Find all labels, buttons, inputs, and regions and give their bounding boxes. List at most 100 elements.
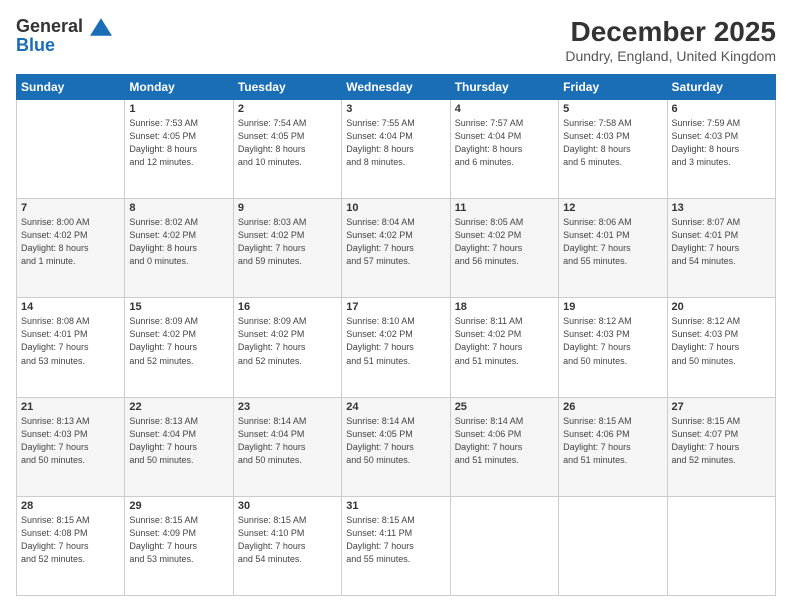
week-row-4: 21 Sunrise: 8:13 AM Sunset: 4:03 PM Dayli…	[17, 397, 776, 496]
calendar-cell: 6Sunrise: 7:59 AM Sunset: 4:03 PM Daylig…	[667, 100, 775, 199]
calendar-cell: 30Sunrise: 8:15 AM Sunset: 4:10 PM Dayli…	[233, 496, 341, 595]
day-number: 24	[346, 401, 445, 413]
day-info: Sunrise: 7:58 AM Sunset: 4:03 PM Dayligh…	[563, 117, 662, 169]
day-info: Sunrise: 8:08 AM Sunset: 4:01 PM Dayligh…	[21, 315, 120, 367]
day-info: Sunrise: 8:15 AM Sunset: 4:07 PM Dayligh…	[672, 415, 771, 467]
day-info: Sunrise: 8:14 AM Sunset: 4:04 PM Dayligh…	[238, 415, 337, 467]
day-info: Sunrise: 8:05 AM Sunset: 4:02 PM Dayligh…	[455, 216, 554, 268]
day-number: 23	[238, 401, 337, 413]
day-info: Sunrise: 8:13 AM Sunset: 4:03 PM Dayligh…	[21, 415, 120, 467]
calendar-cell: 10 Sunrise: 8:04 AM Sunset: 4:02 PM Dayli…	[342, 199, 450, 298]
day-info: Sunrise: 8:06 AM Sunset: 4:01 PM Dayligh…	[563, 216, 662, 268]
header: General Blue December 2025 Dundry, Engla…	[16, 16, 776, 64]
logo-icon	[90, 17, 112, 37]
calendar-cell: 5Sunrise: 7:58 AM Sunset: 4:03 PM Daylig…	[559, 100, 667, 199]
logo-general: General	[16, 16, 83, 36]
day-header-thursday: Thursday	[450, 75, 558, 100]
day-number: 29	[129, 500, 228, 512]
day-info: Sunrise: 7:53 AM Sunset: 4:05 PM Dayligh…	[129, 117, 228, 169]
day-number: 6	[672, 103, 771, 115]
calendar-cell	[450, 496, 558, 595]
day-number: 14	[21, 301, 120, 313]
calendar-cell: 14 Sunrise: 8:08 AM Sunset: 4:01 PM Dayli…	[17, 298, 125, 397]
calendar-cell: 1 Sunrise: 7:53 AM Sunset: 4:05 PM Daylig…	[125, 100, 233, 199]
day-info: Sunrise: 8:10 AM Sunset: 4:02 PM Dayligh…	[346, 315, 445, 367]
calendar-cell: 21 Sunrise: 8:13 AM Sunset: 4:03 PM Dayli…	[17, 397, 125, 496]
day-header-saturday: Saturday	[667, 75, 775, 100]
calendar-cell: 4Sunrise: 7:57 AM Sunset: 4:04 PM Daylig…	[450, 100, 558, 199]
day-number: 20	[672, 301, 771, 313]
day-number: 4	[455, 103, 554, 115]
day-info: Sunrise: 8:04 AM Sunset: 4:02 PM Dayligh…	[346, 216, 445, 268]
calendar-cell: 23 Sunrise: 8:14 AM Sunset: 4:04 PM Dayli…	[233, 397, 341, 496]
day-number: 27	[672, 401, 771, 413]
day-number: 8	[129, 202, 228, 214]
calendar-body: 1 Sunrise: 7:53 AM Sunset: 4:05 PM Daylig…	[17, 100, 776, 596]
day-header-wednesday: Wednesday	[342, 75, 450, 100]
day-number: 2	[238, 103, 337, 115]
calendar-cell: 8 Sunrise: 8:02 AM Sunset: 4:02 PM Daylig…	[125, 199, 233, 298]
day-number: 13	[672, 202, 771, 214]
day-info: Sunrise: 8:02 AM Sunset: 4:02 PM Dayligh…	[129, 216, 228, 268]
calendar-cell	[667, 496, 775, 595]
calendar-cell: 31Sunrise: 8:15 AM Sunset: 4:11 PM Dayli…	[342, 496, 450, 595]
day-number: 3	[346, 103, 445, 115]
day-number: 15	[129, 301, 228, 313]
calendar-cell: 18Sunrise: 8:11 AM Sunset: 4:02 PM Dayli…	[450, 298, 558, 397]
day-info: Sunrise: 8:15 AM Sunset: 4:06 PM Dayligh…	[563, 415, 662, 467]
day-info: Sunrise: 7:55 AM Sunset: 4:04 PM Dayligh…	[346, 117, 445, 169]
day-number: 30	[238, 500, 337, 512]
day-number: 10	[346, 202, 445, 214]
day-number: 12	[563, 202, 662, 214]
day-number: 28	[21, 500, 120, 512]
day-number: 16	[238, 301, 337, 313]
day-info: Sunrise: 8:11 AM Sunset: 4:02 PM Dayligh…	[455, 315, 554, 367]
day-number: 19	[563, 301, 662, 313]
calendar-cell: 13Sunrise: 8:07 AM Sunset: 4:01 PM Dayli…	[667, 199, 775, 298]
title-block: December 2025 Dundry, England, United Ki…	[565, 16, 776, 64]
calendar-cell: 22 Sunrise: 8:13 AM Sunset: 4:04 PM Dayli…	[125, 397, 233, 496]
day-info: Sunrise: 8:14 AM Sunset: 4:05 PM Dayligh…	[346, 415, 445, 467]
calendar-cell: 27 Sunrise: 8:15 AM Sunset: 4:07 PM Dayli…	[667, 397, 775, 496]
day-info: Sunrise: 8:14 AM Sunset: 4:06 PM Dayligh…	[455, 415, 554, 467]
day-info: Sunrise: 8:15 AM Sunset: 4:09 PM Dayligh…	[129, 514, 228, 566]
day-info: Sunrise: 8:03 AM Sunset: 4:02 PM Dayligh…	[238, 216, 337, 268]
day-number: 17	[346, 301, 445, 313]
day-info: Sunrise: 8:00 AM Sunset: 4:02 PM Dayligh…	[21, 216, 120, 268]
day-number: 22	[129, 401, 228, 413]
day-header-sunday: Sunday	[17, 75, 125, 100]
calendar-cell	[559, 496, 667, 595]
day-number: 11	[455, 202, 554, 214]
day-number: 21	[21, 401, 120, 413]
calendar-cell: 19Sunrise: 8:12 AM Sunset: 4:03 PM Dayli…	[559, 298, 667, 397]
day-info: Sunrise: 8:09 AM Sunset: 4:02 PM Dayligh…	[129, 315, 228, 367]
day-info: Sunrise: 7:54 AM Sunset: 4:05 PM Dayligh…	[238, 117, 337, 169]
calendar-cell: 9Sunrise: 8:03 AM Sunset: 4:02 PM Daylig…	[233, 199, 341, 298]
day-number: 1	[129, 103, 228, 115]
calendar-cell	[17, 100, 125, 199]
logo-blue: Blue	[16, 35, 112, 56]
calendar-cell: 29 Sunrise: 8:15 AM Sunset: 4:09 PM Dayli…	[125, 496, 233, 595]
day-number: 26	[563, 401, 662, 413]
calendar-cell: 28Sunrise: 8:15 AM Sunset: 4:08 PM Dayli…	[17, 496, 125, 595]
location: Dundry, England, United Kingdom	[565, 48, 776, 64]
day-info: Sunrise: 8:09 AM Sunset: 4:02 PM Dayligh…	[238, 315, 337, 367]
day-header-tuesday: Tuesday	[233, 75, 341, 100]
day-info: Sunrise: 8:12 AM Sunset: 4:03 PM Dayligh…	[672, 315, 771, 367]
calendar-cell: 2 Sunrise: 7:54 AM Sunset: 4:05 PM Daylig…	[233, 100, 341, 199]
calendar-cell: 20 Sunrise: 8:12 AM Sunset: 4:03 PM Dayli…	[667, 298, 775, 397]
day-number: 31	[346, 500, 445, 512]
month-title: December 2025	[565, 16, 776, 48]
calendar-cell: 11 Sunrise: 8:05 AM Sunset: 4:02 PM Dayli…	[450, 199, 558, 298]
calendar-cell: 3 Sunrise: 7:55 AM Sunset: 4:04 PM Daylig…	[342, 100, 450, 199]
week-row-5: 28Sunrise: 8:15 AM Sunset: 4:08 PM Dayli…	[17, 496, 776, 595]
calendar-cell: 26 Sunrise: 8:15 AM Sunset: 4:06 PM Dayli…	[559, 397, 667, 496]
week-row-1: 1 Sunrise: 7:53 AM Sunset: 4:05 PM Daylig…	[17, 100, 776, 199]
logo: General Blue	[16, 16, 112, 56]
week-row-2: 7Sunrise: 8:00 AM Sunset: 4:02 PM Daylig…	[17, 199, 776, 298]
day-number: 25	[455, 401, 554, 413]
calendar-cell: 7Sunrise: 8:00 AM Sunset: 4:02 PM Daylig…	[17, 199, 125, 298]
calendar-cell: 25 Sunrise: 8:14 AM Sunset: 4:06 PM Dayli…	[450, 397, 558, 496]
day-header-friday: Friday	[559, 75, 667, 100]
day-info: Sunrise: 8:13 AM Sunset: 4:04 PM Dayligh…	[129, 415, 228, 467]
